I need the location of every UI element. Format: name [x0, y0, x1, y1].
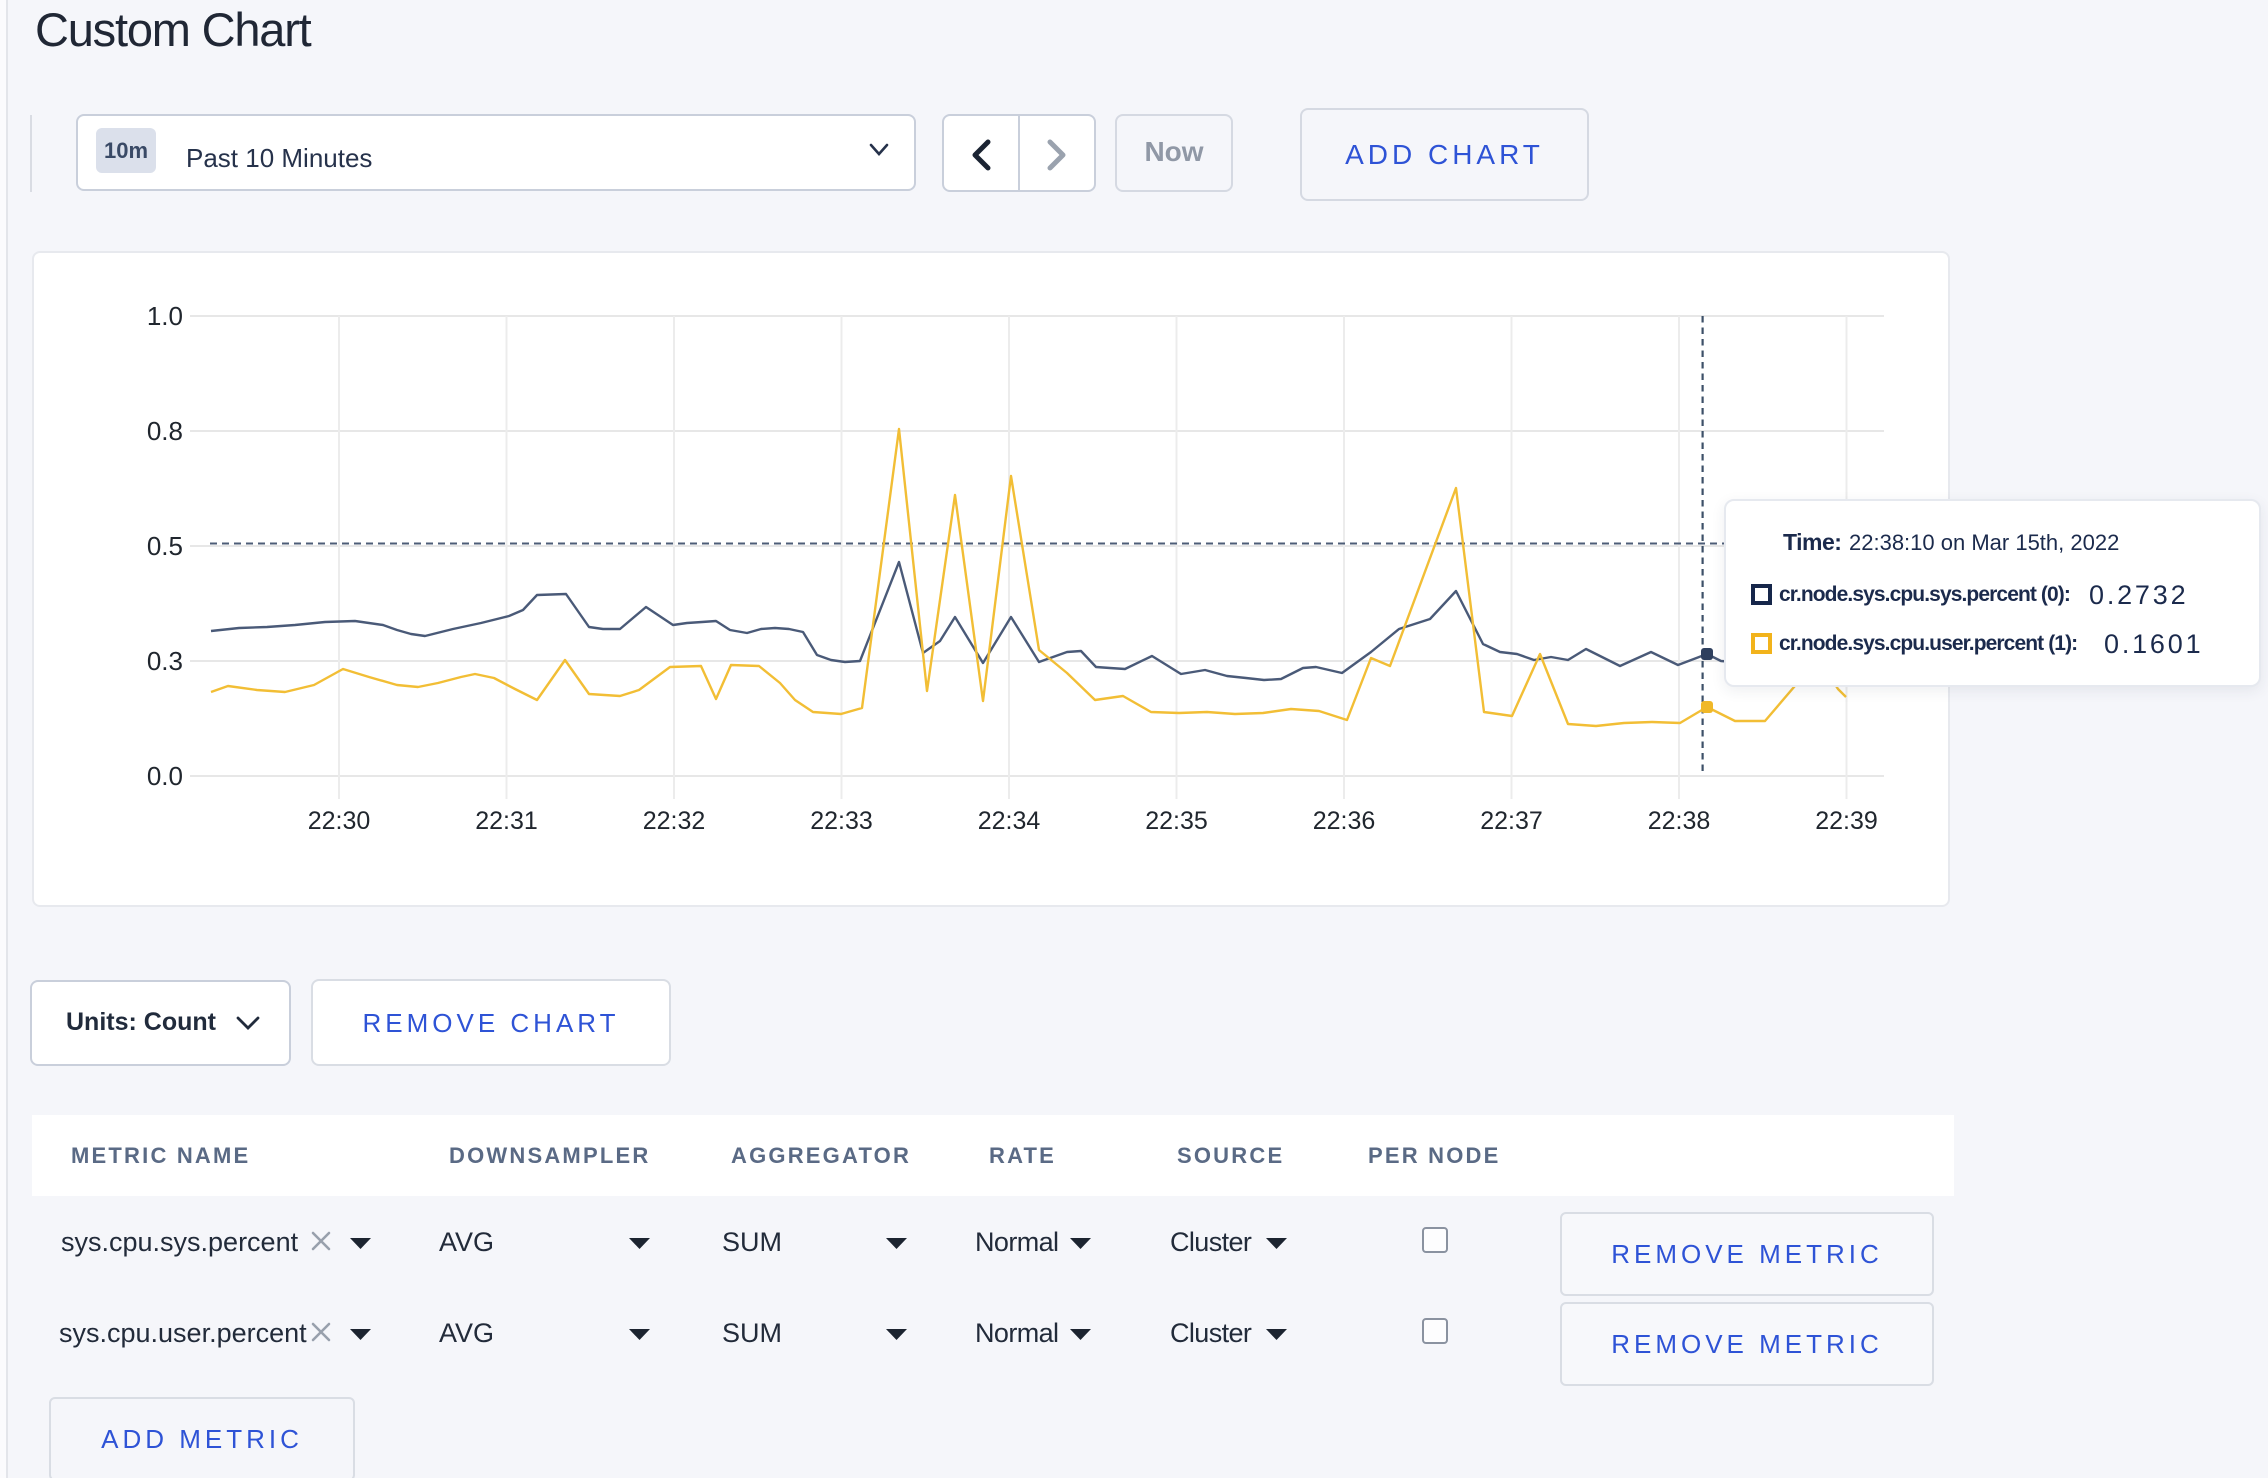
svg-text:0.8: 0.8	[147, 416, 183, 446]
svg-text:22:35: 22:35	[1145, 807, 1208, 835]
svg-text:0.5: 0.5	[147, 531, 183, 561]
svg-text:22:36: 22:36	[1313, 807, 1376, 835]
svg-text:22:31: 22:31	[475, 807, 538, 835]
svg-text:22:33: 22:33	[810, 807, 873, 835]
svg-text:0.3: 0.3	[147, 646, 183, 676]
svg-text:22:38: 22:38	[1648, 807, 1711, 835]
svg-text:22:37: 22:37	[1480, 807, 1543, 835]
svg-text:22:30: 22:30	[308, 807, 371, 835]
svg-text:0.0: 0.0	[147, 761, 183, 791]
svg-text:22:39: 22:39	[1815, 807, 1878, 835]
svg-text:22:32: 22:32	[643, 807, 706, 835]
svg-text:22:34: 22:34	[978, 807, 1041, 835]
svg-text:1.0: 1.0	[147, 301, 183, 331]
